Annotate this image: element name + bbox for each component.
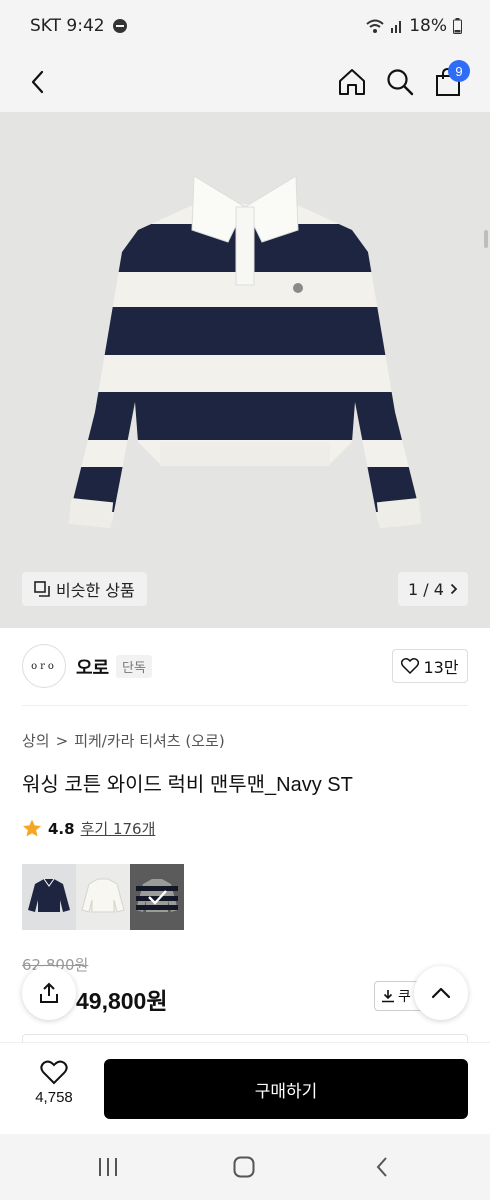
wifi-icon	[366, 19, 384, 33]
signal-icon	[391, 21, 402, 33]
cart-count-badge: 9	[448, 60, 470, 82]
back-arrow-icon	[376, 1157, 387, 1177]
download-icon	[382, 990, 394, 1003]
breadcrumb: 상의 > 피케/카라 티셔츠 (오로)	[22, 730, 225, 751]
heart-icon	[40, 1060, 68, 1085]
color-option-cream[interactable]	[76, 864, 130, 930]
similar-products-label: 비슷한 상품	[56, 581, 135, 600]
wishlist-count: 4,758	[35, 1089, 73, 1106]
color-swatch-navy-image	[28, 878, 70, 912]
breadcrumb-category[interactable]: 상의	[22, 730, 50, 751]
home-circle-icon	[233, 1156, 255, 1178]
exclusive-badge: 단독	[116, 655, 152, 678]
recent-apps-icon	[99, 1158, 117, 1176]
battery-icon	[453, 18, 462, 34]
brand-like-button[interactable]: 13만	[392, 649, 468, 683]
divider	[22, 705, 468, 706]
brand-logo[interactable]: oro	[22, 644, 66, 688]
status-bar: SKT 9:42 18%	[0, 0, 490, 52]
product-image-gallery[interactable]	[0, 112, 490, 628]
product-title: 워싱 코튼 와이드 럭비 맨투맨_Navy ST	[22, 774, 353, 796]
battery-percent: 18%	[409, 16, 447, 36]
brand-name[interactable]: 오로	[76, 654, 109, 680]
page-indicator-text: 1 / 4	[408, 579, 444, 599]
scroll-indicator	[484, 230, 488, 248]
review-count-link[interactable]: 후기 176개	[81, 818, 156, 839]
search-button[interactable]	[378, 60, 422, 104]
similar-products-button[interactable]: 비슷한 상품	[22, 572, 147, 606]
color-option-navy-stripe[interactable]	[130, 864, 184, 930]
home-nav-button[interactable]	[222, 1152, 266, 1182]
product-image	[68, 175, 422, 529]
back-nav-button[interactable]	[360, 1152, 404, 1182]
recent-apps-button[interactable]	[86, 1152, 130, 1182]
share-button[interactable]	[22, 966, 76, 1020]
do-not-disturb-icon	[112, 19, 127, 33]
sale-price: 49,800원	[76, 988, 168, 1014]
chevron-right-icon	[450, 583, 458, 595]
scroll-to-top-button[interactable]	[414, 966, 468, 1020]
system-nav-bar	[0, 1134, 490, 1200]
breadcrumb-separator: >	[55, 731, 69, 750]
search-icon	[387, 69, 414, 96]
brand-row: oro 오로 단독 13만	[22, 644, 468, 688]
carrier-time: SKT 9:42	[30, 16, 105, 36]
chevron-left-icon	[31, 70, 44, 94]
coupon-label: 쿠	[398, 989, 411, 1005]
color-option-navy[interactable]	[22, 864, 76, 930]
app-header: 9	[0, 52, 490, 112]
color-swatch-stripe-image	[130, 864, 184, 930]
home-button[interactable]	[330, 60, 374, 104]
buy-button[interactable]: 구매하기	[104, 1059, 468, 1119]
rating-value: 4.8	[48, 819, 75, 838]
star-icon	[23, 819, 41, 837]
breadcrumb-subcategory[interactable]: 피케/카라 티셔츠 (오로)	[74, 730, 225, 751]
brand-like-count: 13만	[423, 658, 459, 677]
chevron-up-icon	[431, 987, 451, 999]
image-page-indicator[interactable]: 1 / 4	[398, 572, 468, 606]
rating-row: 4.8 후기 176개	[22, 818, 155, 839]
color-swatch-cream-image	[81, 878, 125, 913]
copy-icon	[34, 581, 50, 597]
wishlist-button[interactable]: 4,758	[22, 1060, 86, 1120]
heart-icon	[401, 658, 420, 674]
color-options	[22, 864, 184, 930]
cart-button[interactable]: 9	[426, 60, 470, 104]
home-icon	[339, 69, 365, 95]
share-icon	[40, 982, 58, 1003]
back-button[interactable]	[16, 60, 60, 104]
